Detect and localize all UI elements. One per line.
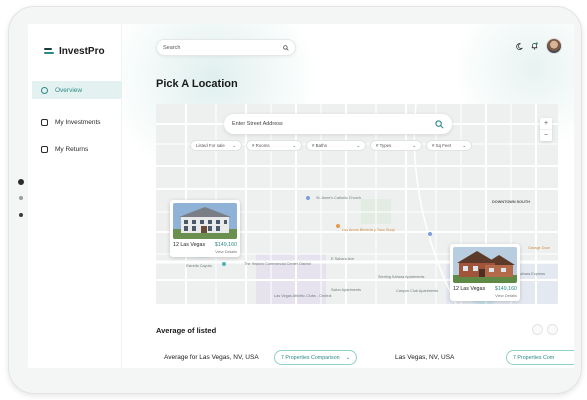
dashboard-icon xyxy=(41,86,48,94)
chevron-down-icon: ⌄ xyxy=(345,354,351,361)
arrow-right-icon[interactable] xyxy=(547,324,558,335)
search-icon[interactable] xyxy=(435,119,444,129)
building-icon xyxy=(41,118,48,126)
listing-price: $149,160 xyxy=(214,242,237,248)
map-filters: Listed For sale ⌄ # Rooms ⌄ # Baths ⌄ # Typ… xyxy=(190,140,472,151)
zoom-in-button[interactable]: + xyxy=(540,118,552,130)
map-label: Las Vegas Athletic Clubs - Central xyxy=(274,294,332,298)
filter-label: # Baths xyxy=(312,143,327,148)
address-placeholder: Enter Street Address xyxy=(232,121,283,127)
map-label: Los Arcos Birrieria y Taco Shop xyxy=(342,228,395,232)
avatar[interactable] xyxy=(546,38,562,54)
filter-sq-feet[interactable]: # Sq Feet ⌄ xyxy=(426,140,472,151)
bell-icon[interactable] xyxy=(531,42,538,50)
app-screen: InvestPro Overview My Investments My Ret… xyxy=(28,24,574,368)
sidebar: InvestPro Overview My Investments My Ret… xyxy=(28,24,122,368)
map-label: Estrella Cayuto xyxy=(186,264,212,268)
search-input[interactable]: Search xyxy=(156,39,296,56)
filter-label: # Types xyxy=(376,143,392,148)
chevron-down-icon: ⌄ xyxy=(292,142,296,148)
map-pin-icon[interactable] xyxy=(222,262,226,266)
sidebar-item-label: My Returns xyxy=(55,145,89,153)
listing-price: $149,160 xyxy=(494,286,517,292)
map-label: Sterling Sahara Apartments xyxy=(378,275,425,279)
properties-comparison-button[interactable]: 7 Properties Com xyxy=(506,350,574,365)
map-label: DOWNTOWN SOUTH xyxy=(492,200,530,204)
chevron-down-icon: ⌄ xyxy=(412,142,416,148)
filter-listed-for-sale[interactable]: Listed For sale ⌄ xyxy=(190,140,242,151)
map-pin-icon[interactable] xyxy=(428,232,432,236)
average-row-label: Average for Las Vegas, NV, USA xyxy=(164,354,259,361)
comparison-label: 7 Properties Comparison xyxy=(281,354,340,361)
average-row-label: Las Vegas, NV, USA xyxy=(395,354,455,361)
chevron-down-icon: ⌄ xyxy=(462,142,466,148)
properties-comparison-button[interactable]: 7 Properties Comparison ⌄ xyxy=(274,350,358,365)
page-title: Pick A Location xyxy=(156,78,238,90)
map-label: Salon Apartments xyxy=(331,288,361,292)
chevron-down-icon: ⌄ xyxy=(232,142,236,148)
camera-dot xyxy=(18,179,24,185)
search-icon xyxy=(283,44,289,51)
view-details-link[interactable]: View Details xyxy=(173,249,237,254)
zoom-out-button[interactable]: − xyxy=(540,130,552,141)
search-placeholder: Search xyxy=(163,44,181,51)
sidebar-item-my-investments[interactable]: My Investments xyxy=(32,113,122,131)
filter-rooms[interactable]: # Rooms ⌄ xyxy=(246,140,302,151)
logo-icon xyxy=(44,47,54,56)
map-label: Garage Door xyxy=(528,246,550,250)
map-label: Sahara Express xyxy=(518,272,546,276)
listing-location: 12 Las Vegas xyxy=(453,286,486,292)
filter-label: Listed For sale xyxy=(196,143,225,148)
listing-location: 12 Las Vegas xyxy=(173,242,206,248)
bezel-dot xyxy=(19,213,23,217)
filter-types[interactable]: # Types ⌄ xyxy=(370,140,422,151)
chevron-down-icon: ⌄ xyxy=(356,142,360,148)
app-logo[interactable]: InvestPro xyxy=(44,46,105,57)
map-pin-icon[interactable] xyxy=(336,224,340,228)
map-label: Canyon Club Apartments xyxy=(396,289,439,293)
map-label: St. Anne's Catholic Church xyxy=(316,196,362,200)
average-section-title: Average of listed xyxy=(156,326,217,335)
bezel-dot xyxy=(19,196,23,200)
top-actions xyxy=(516,38,562,54)
comparison-label: 7 Properties Com xyxy=(513,354,555,361)
sidebar-item-overview[interactable]: Overview xyxy=(32,81,122,99)
sidebar-item-label: My Investments xyxy=(55,118,101,126)
listing-card[interactable]: 12 Las Vegas $149,160 View Details xyxy=(450,244,520,301)
moon-icon[interactable] xyxy=(516,42,523,50)
zoom-controls: + − xyxy=(540,118,552,141)
wallet-icon xyxy=(41,145,48,153)
arrow-left-icon[interactable] xyxy=(532,324,543,335)
sidebar-item-my-returns[interactable]: My Returns xyxy=(32,140,122,158)
view-details-link[interactable]: View Details xyxy=(453,293,517,298)
sidebar-item-label: Overview xyxy=(55,86,83,94)
location-map[interactable]: Enter Street Address Listed For sale ⌄ # … xyxy=(156,104,558,304)
address-search-input[interactable]: Enter Street Address xyxy=(224,114,452,134)
app-name: InvestPro xyxy=(59,46,105,57)
filter-baths[interactable]: # Baths ⌄ xyxy=(306,140,366,151)
map-pin-icon[interactable] xyxy=(306,196,310,200)
carousel-arrows xyxy=(532,324,558,335)
house-photo xyxy=(173,203,237,239)
listing-card[interactable]: 12 Las Vegas $149,160 View Details xyxy=(170,200,240,257)
map-label: The Historic Commercial Center District xyxy=(244,262,311,266)
filter-label: # Rooms xyxy=(252,143,270,148)
map-label: E Sahara Ave xyxy=(331,257,355,261)
filter-label: # Sq Feet xyxy=(432,143,452,148)
house-photo xyxy=(453,247,517,283)
